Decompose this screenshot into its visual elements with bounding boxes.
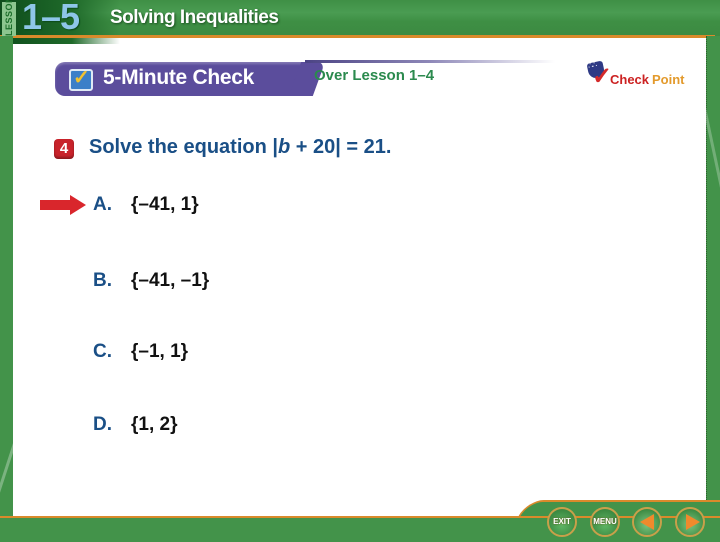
question-text: Solve the equation |b + 20| = 21. xyxy=(89,136,391,159)
exit-button[interactable]: EXIT xyxy=(547,507,577,537)
five-minute-check-banner: 5-Minute Check xyxy=(55,62,307,96)
lesson-title: Solving Inequalities xyxy=(110,7,279,28)
checkbox-icon xyxy=(69,65,93,91)
logo-text-check: Check xyxy=(610,72,650,87)
header-divider xyxy=(0,35,715,38)
answer-option-d[interactable]: D. {1, 2} xyxy=(93,414,177,440)
banner-subtitle: Over Lesson 1–4 xyxy=(314,67,435,84)
question-text-end: + 20| = 21. xyxy=(290,136,392,158)
banner-underline xyxy=(305,60,555,63)
left-frame xyxy=(0,36,13,516)
answer-value: {–41, 1} xyxy=(131,194,199,215)
answer-value: {–1, 1} xyxy=(131,341,189,362)
answer-option-c[interactable]: C. {–1, 1} xyxy=(93,341,188,367)
lesson-number: 1–5 xyxy=(22,0,80,37)
checkpoint-logo: ✓ Check Point xyxy=(586,60,696,94)
triangle-right-icon xyxy=(686,514,700,530)
answer-letter: C. xyxy=(93,341,112,362)
answer-value: {–41, –1} xyxy=(131,270,210,291)
answer-option-a[interactable]: A. {–41, 1} xyxy=(93,194,199,220)
answer-letter: B. xyxy=(93,270,112,291)
answer-letter: D. xyxy=(93,414,112,435)
answer-letter: A. xyxy=(93,194,112,215)
answer-value: {1, 2} xyxy=(131,414,178,435)
question-number-badge: 4 xyxy=(54,139,74,159)
question-variable: b xyxy=(277,136,291,158)
logo-text-point: Point xyxy=(652,72,685,87)
next-button[interactable] xyxy=(675,507,705,537)
answer-option-b[interactable]: B. {–41, –1} xyxy=(93,270,209,296)
selected-answer-arrow-icon xyxy=(40,195,88,215)
right-frame xyxy=(706,36,720,516)
banner-title: 5-Minute Check xyxy=(103,66,254,89)
question-text-start: Solve the equation | xyxy=(89,136,278,158)
triangle-left-icon xyxy=(640,514,654,530)
previous-button[interactable] xyxy=(632,507,662,537)
lesson-label: LESSON xyxy=(2,0,16,36)
menu-button[interactable]: MENU xyxy=(590,507,620,537)
